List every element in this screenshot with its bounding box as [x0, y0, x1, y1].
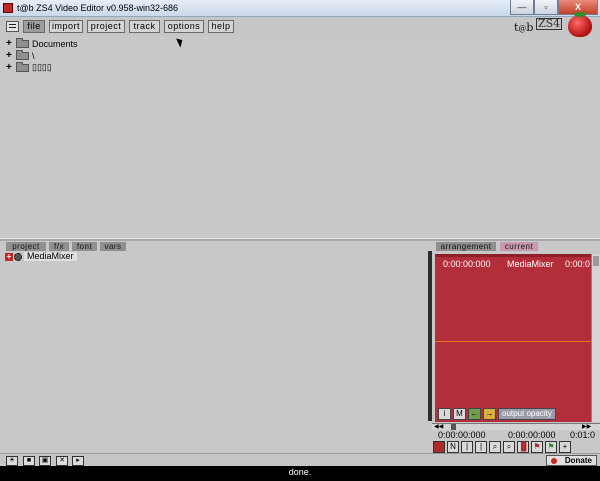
tree-item-label: Documents — [32, 38, 78, 49]
timeline-start-icon[interactable]: ◀◀ — [434, 424, 443, 430]
folder-icon — [16, 37, 29, 48]
title-bar: t@b ZS4 Video Editor v0.958-win32-686 — … — [0, 0, 600, 17]
output-opacity-button[interactable]: output opacity — [498, 408, 556, 420]
track-scrollbar[interactable] — [591, 254, 600, 422]
play-icon[interactable]: ▸ — [72, 456, 84, 466]
info-button[interactable]: i — [438, 408, 451, 420]
zoom-out-icon[interactable]: ⌕ — [503, 441, 515, 453]
list-item[interactable]: + MediaMixer — [5, 252, 77, 261]
folder-icon — [16, 61, 29, 72]
status-bar: done. — [0, 466, 600, 481]
tab-vars[interactable]: vars — [100, 242, 126, 251]
menu-file[interactable]: file — [23, 20, 45, 33]
add-icon[interactable]: + — [559, 441, 571, 453]
tree-item-documents[interactable]: + Documents — [6, 37, 78, 49]
record-icon[interactable] — [433, 441, 445, 453]
track-start-time: 0:00:00:000 — [443, 259, 491, 269]
zs4-logo: t@b ZS4 — [510, 12, 600, 38]
track-end-time: 0:00:0 — [565, 259, 591, 269]
scroll-thumb[interactable] — [593, 256, 599, 266]
tree-item-drive[interactable]: + ▯▯▯▯ — [6, 61, 52, 73]
menu-import[interactable]: import — [49, 20, 83, 33]
file-browser: + Documents + \ + ▯▯▯▯ — [0, 37, 600, 238]
expand-icon[interactable]: + — [6, 50, 14, 60]
arrow-right-button[interactable]: → — [483, 408, 496, 420]
tools-icon[interactable]: ✕ — [56, 456, 68, 466]
export-icon[interactable]: ▣ — [39, 456, 51, 466]
opacity-curve[interactable] — [435, 341, 591, 342]
tree-item-label: \ — [32, 50, 35, 61]
tree-item-root[interactable]: + \ — [6, 49, 35, 61]
bottom-toolbar: ☀ ■ ▣ ✕ ▸ Donate — [0, 453, 600, 466]
track-name: MediaMixer — [507, 259, 554, 269]
tab-font[interactable]: font — [72, 242, 97, 251]
expand-icon[interactable]: + — [6, 38, 14, 48]
expand-icon[interactable]: + — [5, 252, 13, 261]
track-header: 0:00:00:000 MediaMixer 0:00:0 — [435, 259, 591, 269]
edit-toolbar: N | | ⌕ ⌕ ▐▌ ⚑ ⚑ + — [433, 441, 571, 453]
maximize-button[interactable]: ▫ — [534, 0, 558, 15]
menu-project[interactable]: project — [87, 20, 125, 33]
arrow-left-button[interactable]: ← — [468, 408, 481, 420]
logo-zs4: ZS4 — [536, 17, 563, 30]
tab-arrangement[interactable]: arrangement — [436, 242, 496, 251]
time-readouts: 0:00:00:000 0:00:00:000 0:01:0 — [432, 431, 600, 440]
track-area[interactable]: 0:00:00:000 MediaMixer 0:00:0 — [435, 254, 591, 422]
time-end: 0:01:0 — [570, 431, 596, 440]
strawberry-icon — [568, 12, 592, 37]
time-current: 0:00:00:000 — [438, 431, 486, 440]
project-panel: project f/x font vars + MediaMixer — [0, 241, 428, 453]
time-selection: 0:00:00:000 — [508, 431, 556, 440]
tab-current[interactable]: current — [500, 242, 538, 251]
window-title: t@b ZS4 Video Editor v0.958-win32-686 — [17, 3, 179, 13]
minimize-button[interactable]: — — [510, 0, 534, 15]
bracket-icon[interactable]: ▐▌ — [517, 441, 529, 453]
menu-help[interactable]: help — [208, 20, 234, 33]
bulb-icon[interactable]: ☀ — [6, 456, 18, 466]
property-toolbar: i M ← → output opacity — [438, 408, 556, 420]
waveform-button[interactable]: M — [453, 408, 466, 420]
split-icon[interactable]: N — [447, 441, 459, 453]
save-icon[interactable]: ■ — [23, 456, 35, 466]
zoom-in-icon[interactable]: ⌕ — [489, 441, 501, 453]
menu-options[interactable]: options — [164, 20, 204, 33]
playhead-handle[interactable] — [451, 424, 456, 430]
expand-icon[interactable]: + — [6, 62, 14, 72]
flag-icon[interactable]: ⚑ — [531, 441, 543, 453]
tree-item-label: ▯▯▯▯ — [32, 62, 52, 72]
donate-button[interactable]: Donate — [546, 455, 597, 466]
tab-fx[interactable]: f/x — [49, 242, 69, 251]
gear-icon — [14, 252, 22, 261]
logo-text: t@b — [514, 21, 534, 34]
tab-project[interactable]: project — [6, 242, 46, 251]
menu-track[interactable]: track — [129, 20, 160, 33]
timeline-end-icon[interactable]: ▶▶ — [582, 424, 591, 430]
folder-icon — [16, 49, 29, 60]
marker-icon[interactable]: | — [475, 441, 487, 453]
app-icon — [3, 3, 13, 13]
timeline-scrubber[interactable]: ◀◀ ▶▶ — [432, 423, 600, 430]
mediamixer-label: MediaMixer — [24, 252, 77, 261]
track-top-border — [435, 254, 591, 257]
hamburger-menu-icon[interactable] — [6, 21, 19, 32]
cut-icon[interactable]: | — [461, 441, 473, 453]
green-flag-icon[interactable]: ⚑ — [545, 441, 557, 453]
